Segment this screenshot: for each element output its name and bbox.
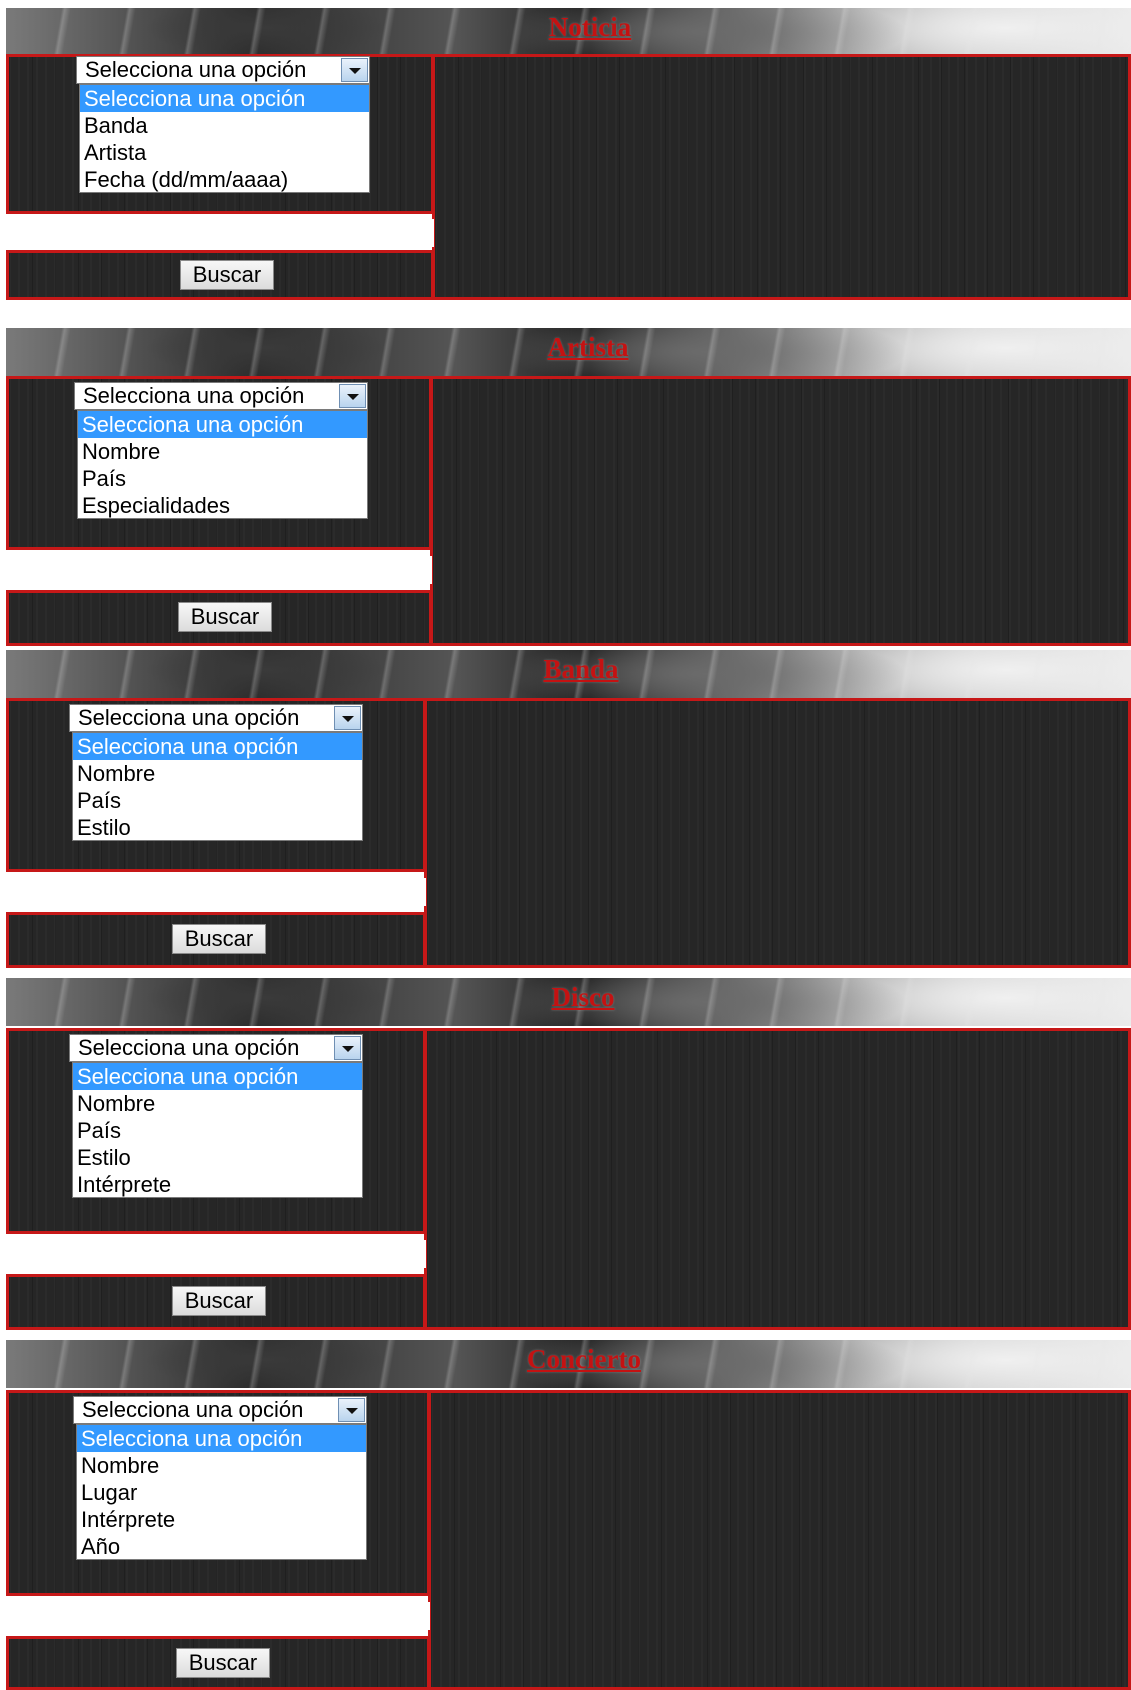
filter-option[interactable]: País <box>73 787 362 814</box>
search-section-disco: Disco Selecciona una opción Selecciona u… <box>6 978 1131 1330</box>
search-button[interactable]: Buscar <box>180 260 274 290</box>
section-title: Banda <box>543 654 619 684</box>
search-button[interactable]: Buscar <box>172 924 266 954</box>
filter-select-value: Selecciona una opción <box>82 1397 304 1422</box>
filter-option[interactable]: Selecciona una opción <box>73 1063 362 1090</box>
search-input[interactable] <box>6 878 426 906</box>
filter-options-list: Selecciona una opción Nombre Lugar Intér… <box>76 1424 367 1560</box>
filter-select-value: Selecciona una opción <box>85 57 307 82</box>
filter-option[interactable]: País <box>78 465 367 492</box>
results-panel <box>424 698 1131 968</box>
search-section-artista: Artista Selecciona una opción Selecciona… <box>6 328 1131 646</box>
chevron-down-icon[interactable] <box>334 1036 361 1060</box>
chevron-down-icon[interactable] <box>334 706 361 730</box>
filter-option[interactable]: Lugar <box>77 1479 366 1506</box>
filter-option[interactable]: Nombre <box>73 760 362 787</box>
filter-select[interactable]: Selecciona una opción <box>76 56 370 84</box>
results-panel <box>430 376 1131 646</box>
filter-options-list: Selecciona una opción Nombre País Estilo… <box>72 1062 363 1198</box>
search-button[interactable]: Buscar <box>176 1648 270 1678</box>
section-title: Disco <box>551 982 615 1012</box>
results-panel <box>424 1028 1131 1330</box>
results-panel <box>428 1390 1131 1690</box>
filter-option[interactable]: Selecciona una opción <box>78 411 367 438</box>
filter-option[interactable]: Especialidades <box>78 492 367 518</box>
search-input[interactable] <box>6 1240 426 1268</box>
filter-option[interactable]: Nombre <box>73 1090 362 1117</box>
filter-option[interactable]: Selecciona una opción <box>80 85 369 112</box>
filter-option[interactable]: Nombre <box>77 1452 366 1479</box>
filter-select-value: Selecciona una opción <box>78 705 300 730</box>
filter-select[interactable]: Selecciona una opción <box>69 1034 363 1062</box>
search-button[interactable]: Buscar <box>178 602 272 632</box>
filter-select-value: Selecciona una opción <box>83 383 305 408</box>
filter-option[interactable]: Estilo <box>73 1144 362 1171</box>
filter-option[interactable]: Artista <box>80 139 369 166</box>
filter-options-list: Selecciona una opción Nombre País Especi… <box>77 410 368 519</box>
chevron-down-icon[interactable] <box>339 384 366 408</box>
search-input[interactable] <box>10 1602 430 1630</box>
filter-select[interactable]: Selecciona una opción <box>69 704 363 732</box>
filter-options-list: Selecciona una opción Nombre País Estilo <box>72 732 363 841</box>
results-panel <box>432 54 1131 300</box>
filter-option[interactable]: Intérprete <box>77 1506 366 1533</box>
filter-option[interactable]: Estilo <box>73 814 362 840</box>
search-section-banda: Banda Selecciona una opción Selecciona u… <box>6 650 1131 968</box>
filter-options-list: Selecciona una opción Banda Artista Fech… <box>79 84 370 193</box>
section-title: Artista <box>547 332 629 362</box>
filter-option[interactable]: Intérprete <box>73 1171 362 1197</box>
filter-option[interactable]: Banda <box>80 112 369 139</box>
search-section-concierto: Concierto Selecciona una opción Seleccio… <box>6 1340 1131 1690</box>
filter-select[interactable]: Selecciona una opción <box>73 1396 367 1424</box>
filter-option[interactable]: Año <box>77 1533 366 1559</box>
section-title: Concierto <box>527 1344 641 1374</box>
filter-option[interactable]: Fecha (dd/mm/aaaa) <box>80 166 369 192</box>
chevron-down-icon[interactable] <box>338 1398 365 1422</box>
filter-option[interactable]: País <box>73 1117 362 1144</box>
search-input[interactable] <box>12 556 432 584</box>
search-button[interactable]: Buscar <box>172 1286 266 1316</box>
filter-option[interactable]: Selecciona una opción <box>73 733 362 760</box>
filter-option[interactable]: Nombre <box>78 438 367 465</box>
filter-option[interactable]: Selecciona una opción <box>77 1425 366 1452</box>
search-section-noticia: Noticia Selecciona una opción Selecciona… <box>6 8 1131 300</box>
search-input[interactable] <box>14 219 434 247</box>
filter-select-value: Selecciona una opción <box>78 1035 300 1060</box>
section-title: Noticia <box>548 12 632 42</box>
filter-select[interactable]: Selecciona una opción <box>74 382 368 410</box>
chevron-down-icon[interactable] <box>341 58 368 82</box>
